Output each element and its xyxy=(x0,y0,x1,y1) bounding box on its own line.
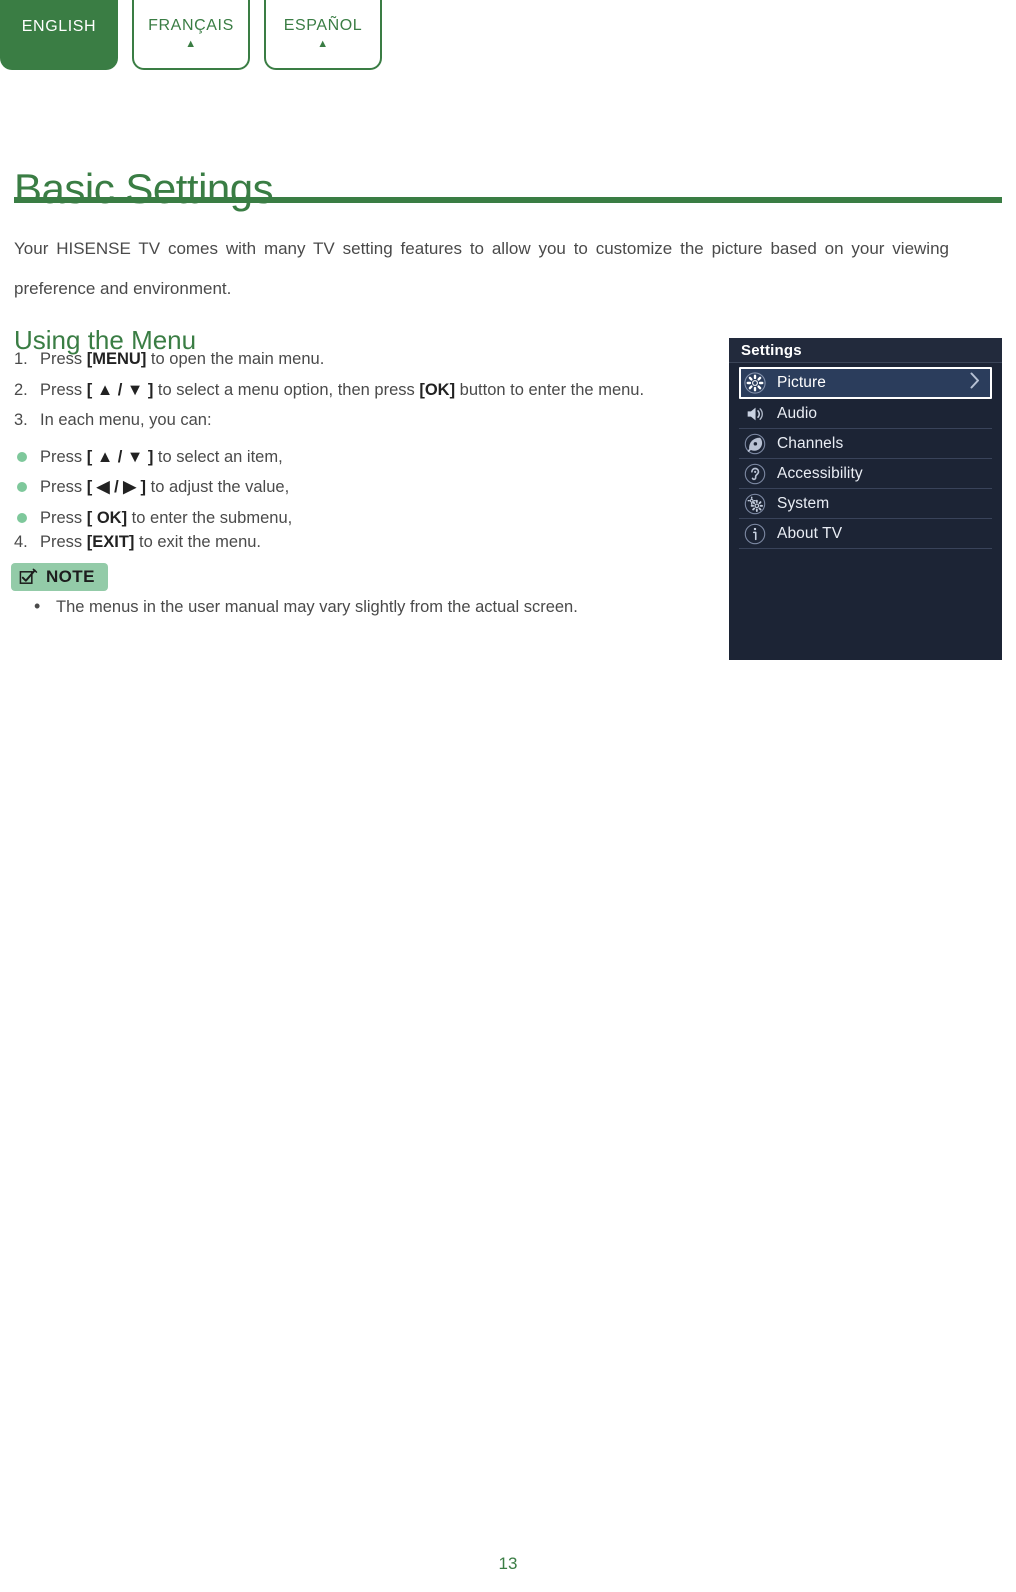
instruction-numbered-item: 2. Press [ ▲ / ▼ ] to select a menu optio… xyxy=(14,381,714,412)
step-marker: 4. xyxy=(14,533,28,551)
caret-up-icon: ▲ xyxy=(317,38,329,50)
tv-menu-item-label: Picture xyxy=(777,374,826,391)
instruction-numbered-item: 3. In each menu, you can: xyxy=(14,411,714,442)
instruction-bullet-item: Press [ ▲ / ▼ ] to select an item, xyxy=(14,442,714,473)
step-text: Press [ ▲ / ▼ ] to select a menu option,… xyxy=(40,381,644,400)
language-tab-francais-label: FRANÇAIS xyxy=(148,17,234,34)
step-key-label: [ ▲ / ▼ ] xyxy=(86,380,154,399)
step-key-label: [ OK] xyxy=(86,508,128,527)
note-list-item: • The menus in the user manual may vary s… xyxy=(34,596,734,617)
tv-menu-item-label: Channels xyxy=(777,434,844,452)
language-tab-espanol[interactable]: ESPAÑOL ▲ xyxy=(264,0,382,70)
step-key-label: [MENU] xyxy=(86,350,147,368)
tv-menu-item-about-tv[interactable]: About TV xyxy=(739,519,992,549)
step-text-fragment: to select a menu option, then press xyxy=(153,380,420,399)
caret-up-icon: ▲ xyxy=(185,38,197,50)
gears-icon xyxy=(743,493,767,515)
bullet-dot-icon xyxy=(14,442,40,473)
tv-menu-item-system[interactable]: System xyxy=(739,489,992,519)
instruction-steps-list: 1. Press [MENU] to open the main menu. 2. P… xyxy=(14,350,714,564)
language-tab-bar: ENGLISH ▲ FRANÇAIS ▲ ESPAÑOL ▲ xyxy=(0,0,382,70)
bullet-dot-icon xyxy=(17,451,27,462)
instruction-numbered-item: 4. Press [EXIT] to exit the menu. xyxy=(14,533,714,564)
chevron-right-icon xyxy=(969,372,981,395)
instruction-bullet-item: Press [ ◀ / ▶ ] to adjust the value, xyxy=(14,472,714,503)
tv-menu-item-channels[interactable]: Channels xyxy=(739,429,992,459)
language-tab-francais[interactable]: FRANÇAIS ▲ xyxy=(132,0,250,70)
step-text-fragment: Press xyxy=(40,350,87,368)
language-tab-english-label: ENGLISH xyxy=(21,18,97,35)
bullet-dot-icon xyxy=(14,503,40,534)
bullet-dot-icon xyxy=(17,482,27,493)
step-text-fragment: button to enter the menu. xyxy=(455,380,645,399)
step-text-fragment: to exit the menu. xyxy=(134,533,262,551)
step-text-fragment: Press xyxy=(40,380,87,399)
language-tab-english[interactable]: ENGLISH ▲ xyxy=(0,0,118,70)
step-key-label: [ ▲ / ▼ ] xyxy=(86,447,154,466)
bullet-dot-icon xyxy=(17,512,27,523)
step-text-fragment: to enter the submenu, xyxy=(127,508,293,527)
step-text-fragment: In each menu, you can: xyxy=(40,411,212,429)
note-badge-label: NOTE xyxy=(46,567,95,586)
speaker-icon xyxy=(743,403,767,425)
gear-icon xyxy=(743,372,767,394)
ear-icon xyxy=(743,463,767,485)
step-text: Press [ ▲ / ▼ ] to select an item, xyxy=(40,448,283,467)
step-marker: 1. xyxy=(14,350,28,368)
page-number: 13 xyxy=(498,1554,518,1573)
section-heading-using-the-menu: Using the Menu xyxy=(14,324,197,355)
step-key-label: [OK] xyxy=(419,380,456,399)
step-key-label: [ ◀ / ▶ ] xyxy=(86,478,147,497)
step-text-fragment: Press xyxy=(40,508,87,527)
intro-paragraph: Your HISENSE TV comes with many TV setti… xyxy=(14,239,949,298)
language-tab-espanol-label: ESPAÑOL xyxy=(283,17,363,34)
note-list-item-text: The menus in the user manual may vary sl… xyxy=(56,598,578,616)
step-text: Press [MENU] to open the main menu. xyxy=(40,350,324,369)
info-icon xyxy=(743,523,767,545)
note-badge: NOTE xyxy=(11,563,108,591)
bullet-icon: • xyxy=(34,596,41,616)
tv-menu-item-label: About TV xyxy=(777,524,843,542)
step-marker: 3. xyxy=(14,411,28,429)
bullet-dot-icon xyxy=(14,472,40,503)
instruction-bullet-item: Press [ OK] to enter the submenu, xyxy=(14,503,714,534)
tv-menu-item-picture[interactable]: Picture xyxy=(739,367,992,399)
step-text-fragment: to select an item, xyxy=(153,447,283,466)
step-text-fragment: Press xyxy=(40,447,87,466)
step-key-label: [EXIT] xyxy=(86,533,135,551)
tv-menu-item-label: Accessibility xyxy=(777,464,863,482)
step-text: In each menu, you can: xyxy=(40,411,212,430)
step-text-fragment: to adjust the value, xyxy=(146,478,290,497)
note-items-list: • The menus in the user manual may vary s… xyxy=(34,596,734,617)
step-text: Press [EXIT] to exit the menu. xyxy=(40,533,261,552)
step-marker: 2. xyxy=(14,380,28,399)
tv-settings-menu-list: Picture Audio Channels Accessibility System A… xyxy=(729,363,1002,549)
tv-menu-item-label: Audio xyxy=(777,404,818,422)
instruction-numbered-item: 1. Press [MENU] to open the main menu. xyxy=(14,350,714,381)
page-title: Basic Settings xyxy=(14,165,274,213)
step-text-fragment: Press xyxy=(40,478,87,497)
step-text-fragment: Press xyxy=(40,533,87,551)
title-divider xyxy=(14,197,1002,203)
satellite-dish-icon xyxy=(743,433,767,455)
tv-settings-title: Settings xyxy=(741,341,802,359)
tv-menu-item-label: System xyxy=(777,494,830,512)
step-text-fragment: to open the main menu. xyxy=(146,350,325,368)
tv-menu-item-audio[interactable]: Audio xyxy=(739,399,992,429)
step-text: Press [ OK] to enter the submenu, xyxy=(40,509,292,528)
step-text: Press [ ◀ / ▶ ] to adjust the value, xyxy=(40,477,289,497)
tv-settings-panel: Settings Picture Audio Channels Accessibili… xyxy=(729,338,1002,660)
tv-menu-item-accessibility[interactable]: Accessibility xyxy=(739,459,992,489)
tv-settings-header: Settings xyxy=(729,338,1002,363)
checkbox-pencil-icon xyxy=(19,568,38,587)
